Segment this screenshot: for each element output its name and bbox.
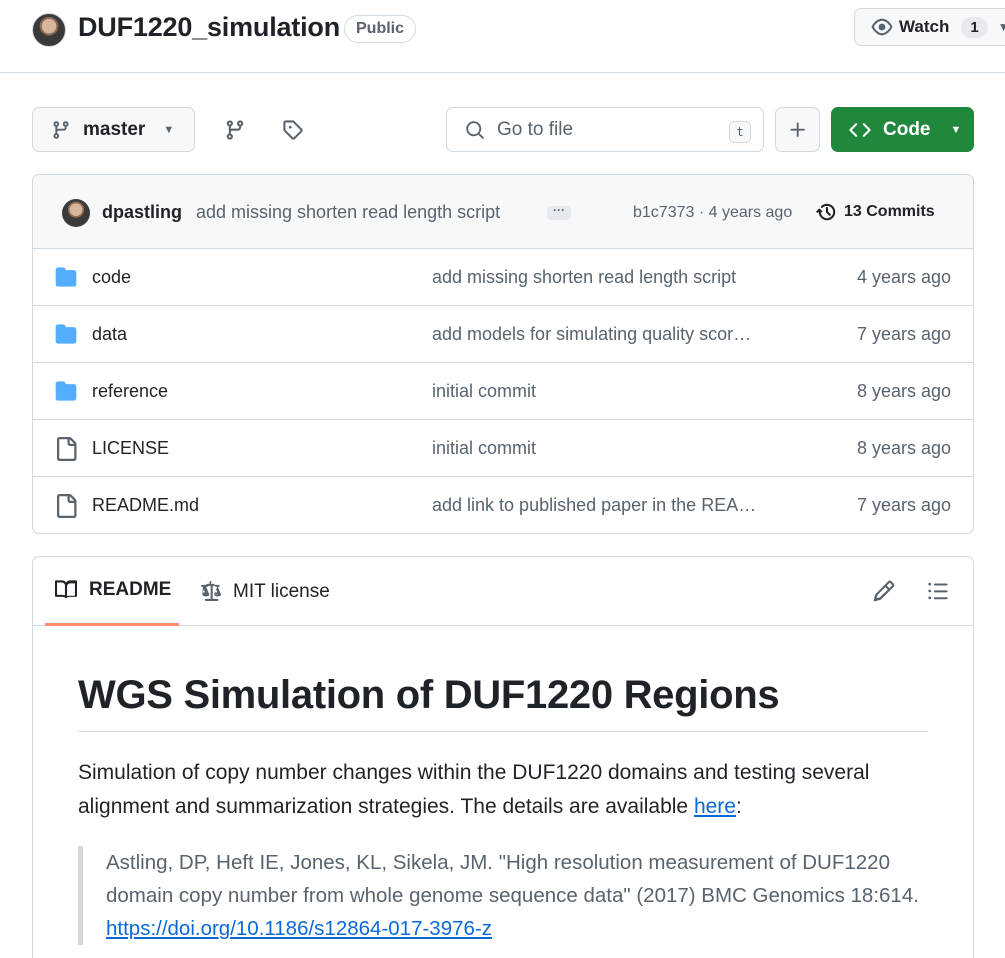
watch-label: Watch	[899, 17, 950, 36]
readme-paragraph-text: Simulation of copy number changes within…	[78, 761, 870, 818]
branch-icon	[53, 120, 69, 139]
caret-down-icon: ▼	[997, 20, 1005, 34]
commits-link[interactable]: 13 Commits	[816, 201, 935, 223]
branches-button[interactable]	[212, 107, 257, 152]
file-table: dpastling add missing shorten read lengt…	[32, 174, 974, 534]
branches-icon	[226, 119, 243, 140]
code-button[interactable]: Code ▼	[831, 107, 974, 152]
file-age: 8 years ago	[856, 438, 951, 458]
folder-icon	[55, 267, 77, 287]
file-row[interactable]: LICENSE initial commit 8 years ago	[33, 420, 973, 477]
plus-icon	[790, 122, 805, 137]
readme-panel: README MIT license WGS Simulation of DUF…	[32, 556, 974, 958]
folder-icon	[55, 324, 77, 344]
add-file-button[interactable]	[775, 107, 820, 152]
file-age: 8 years ago	[856, 381, 951, 401]
latest-commit-bar: dpastling add missing shorten read lengt…	[33, 175, 973, 249]
file-commit-message[interactable]: initial commit	[432, 381, 792, 402]
file-name[interactable]: LICENSE	[92, 438, 169, 459]
file-row[interactable]: README.md add link to published paper in…	[33, 477, 973, 533]
watch-count: 1	[961, 16, 988, 38]
file-row[interactable]: code add missing shorten read length scr…	[33, 249, 973, 306]
readme-paragraph-end: :	[735, 795, 742, 818]
readme-content: WGS Simulation of DUF1220 Regions Simula…	[33, 673, 973, 945]
commit-message[interactable]: add missing shorten read length script	[196, 202, 500, 223]
file-age: 7 years ago	[856, 324, 951, 344]
watch-button[interactable]: Watch 1 ▼	[854, 8, 1005, 46]
branch-name: master	[83, 118, 146, 140]
citation-quote: Astling, DP, Heft IE, Jones, KL, Sikela,…	[78, 846, 928, 945]
branch-selector[interactable]: master ▼	[32, 107, 195, 152]
doi-link[interactable]: https://doi.org/10.1186/s12864-017-3976-…	[106, 917, 492, 940]
go-to-file-placeholder: Go to file	[497, 118, 574, 140]
file-age: 7 years ago	[856, 495, 951, 515]
tab-readme[interactable]: README	[45, 557, 179, 626]
code-icon	[849, 122, 871, 137]
repo-header: DUF1220_simulation Public Watch 1 ▼	[0, 0, 1005, 73]
commit-sha-age[interactable]: b1c7373 · 4 years ago	[633, 204, 792, 222]
commit-author[interactable]: dpastling	[102, 202, 182, 223]
tab-license[interactable]: MIT license	[199, 557, 330, 626]
shortcut-key: t	[729, 121, 751, 143]
file-name[interactable]: code	[92, 267, 131, 288]
tag-icon	[282, 119, 303, 140]
visibility-badge: Public	[344, 15, 417, 43]
code-label: Code	[883, 118, 931, 140]
citation-text: Astling, DP, Heft IE, Jones, KL, Sikela,…	[106, 851, 919, 907]
file-icon	[57, 437, 77, 461]
file-row[interactable]: data add models for simulating quality s…	[33, 306, 973, 363]
tab-readme-label: README	[89, 579, 172, 600]
tab-license-label: MIT license	[233, 580, 330, 602]
law-scale-icon	[201, 580, 221, 601]
readme-title: WGS Simulation of DUF1220 Regions	[78, 673, 928, 732]
search-icon	[466, 120, 484, 139]
tags-button[interactable]	[270, 107, 315, 152]
book-icon	[55, 580, 77, 599]
readme-paragraph: Simulation of copy number changes within…	[78, 756, 928, 824]
file-name[interactable]: data	[92, 324, 127, 345]
file-commit-message[interactable]: add missing shorten read length script	[432, 267, 792, 288]
pencil-icon[interactable]	[873, 580, 895, 602]
file-commit-message[interactable]: add link to published paper in the REA…	[432, 495, 792, 516]
repo-name[interactable]: DUF1220_simulation	[78, 12, 340, 43]
ellipsis-icon[interactable]: ···	[547, 204, 571, 220]
history-icon	[816, 203, 836, 221]
file-icon	[57, 494, 77, 518]
file-name[interactable]: reference	[92, 381, 168, 402]
caret-down-icon: ▼	[163, 123, 175, 136]
folder-icon	[55, 381, 77, 401]
eye-icon	[871, 18, 893, 36]
file-name[interactable]: README.md	[92, 495, 199, 516]
file-age: 4 years ago	[856, 267, 951, 287]
commit-author-avatar[interactable]	[62, 199, 90, 227]
commits-count: 13 Commits	[844, 203, 935, 220]
readme-tabs: README MIT license	[33, 557, 973, 626]
details-link[interactable]: here	[694, 795, 736, 818]
file-commit-message[interactable]: add models for simulating quality scor…	[432, 324, 792, 345]
owner-avatar[interactable]	[32, 13, 66, 47]
list-outline-icon[interactable]	[927, 580, 949, 602]
caret-down-icon: ▼	[950, 123, 962, 136]
go-to-file-input[interactable]: Go to file t	[446, 107, 764, 152]
file-commit-message[interactable]: initial commit	[432, 438, 792, 459]
file-row[interactable]: reference initial commit 8 years ago	[33, 363, 973, 420]
